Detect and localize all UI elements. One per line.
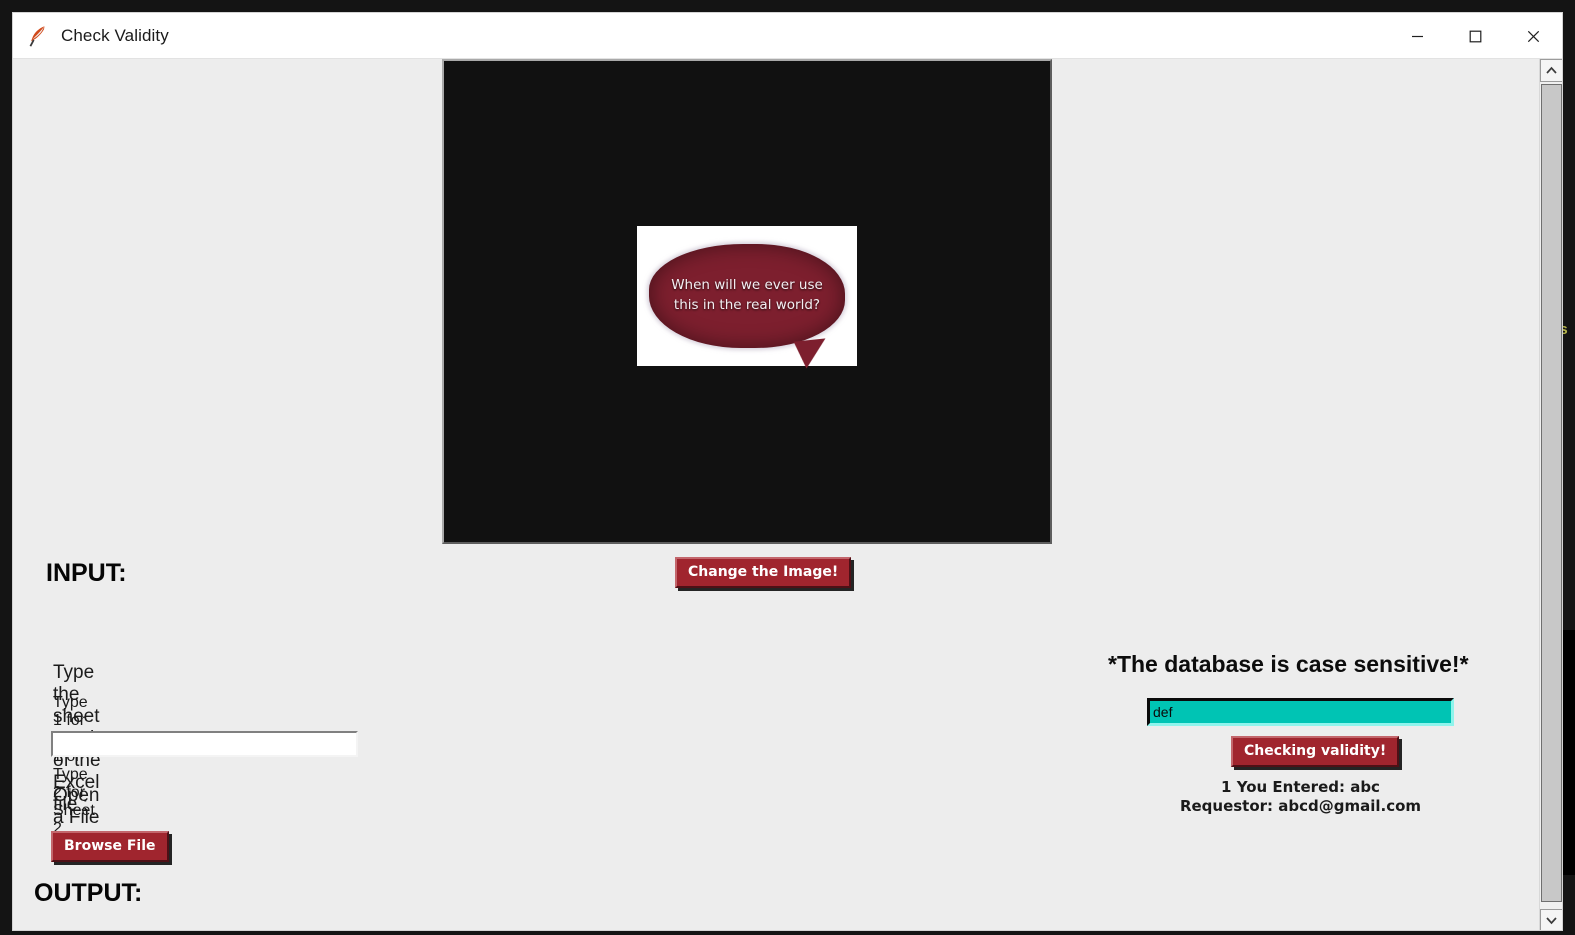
sheet-number-input[interactable] [51, 731, 358, 757]
browse-file-button[interactable]: Browse File [51, 831, 169, 862]
validity-input[interactable] [1150, 701, 1451, 723]
minimize-button[interactable] [1388, 13, 1446, 59]
scroll-down-button[interactable] [1540, 909, 1562, 930]
change-image-button[interactable]: Change the Image! [675, 557, 852, 588]
maximize-button[interactable] [1446, 13, 1504, 59]
chevron-up-icon [1546, 66, 1557, 74]
scrollbar-thumb[interactable] [1541, 84, 1562, 902]
window-title: Check Validity [61, 25, 169, 45]
close-icon [1527, 30, 1539, 42]
window-controls [1388, 13, 1562, 59]
application-window: Check Validity When will we ever use thi… [12, 12, 1563, 931]
validity-input-wrapper [1147, 698, 1454, 726]
chevron-down-icon [1546, 917, 1557, 925]
output-heading: OUTPUT: [34, 879, 143, 907]
window-content: When will we ever use this in the real w… [13, 59, 1562, 930]
vertical-scrollbar[interactable] [1539, 59, 1562, 930]
validity-result-requestor: Requestor: abcd@gmail.com [1179, 797, 1422, 815]
minimize-icon [1411, 35, 1423, 37]
close-button[interactable] [1504, 13, 1562, 59]
speech-bubble-shape: When will we ever use this in the real w… [649, 243, 845, 348]
feather-icon [27, 24, 49, 48]
speech-bubble-text: When will we ever use this in the real w… [671, 276, 823, 313]
image-display-panel: When will we ever use this in the real w… [442, 59, 1052, 544]
title-bar: Check Validity [13, 13, 1562, 59]
scroll-up-button[interactable] [1540, 59, 1562, 82]
case-sensitive-note: *The database is case sensitive!* [1108, 651, 1469, 677]
validity-result-entered: 1 You Entered: abc [1221, 778, 1380, 796]
input-heading: INPUT: [46, 559, 127, 587]
check-validity-button[interactable]: Checking validity! [1231, 736, 1400, 767]
meme-image: When will we ever use this in the real w… [637, 225, 857, 366]
desktop-background: s Check Validity When will we ever use t… [0, 0, 1575, 935]
maximize-icon [1469, 30, 1481, 42]
